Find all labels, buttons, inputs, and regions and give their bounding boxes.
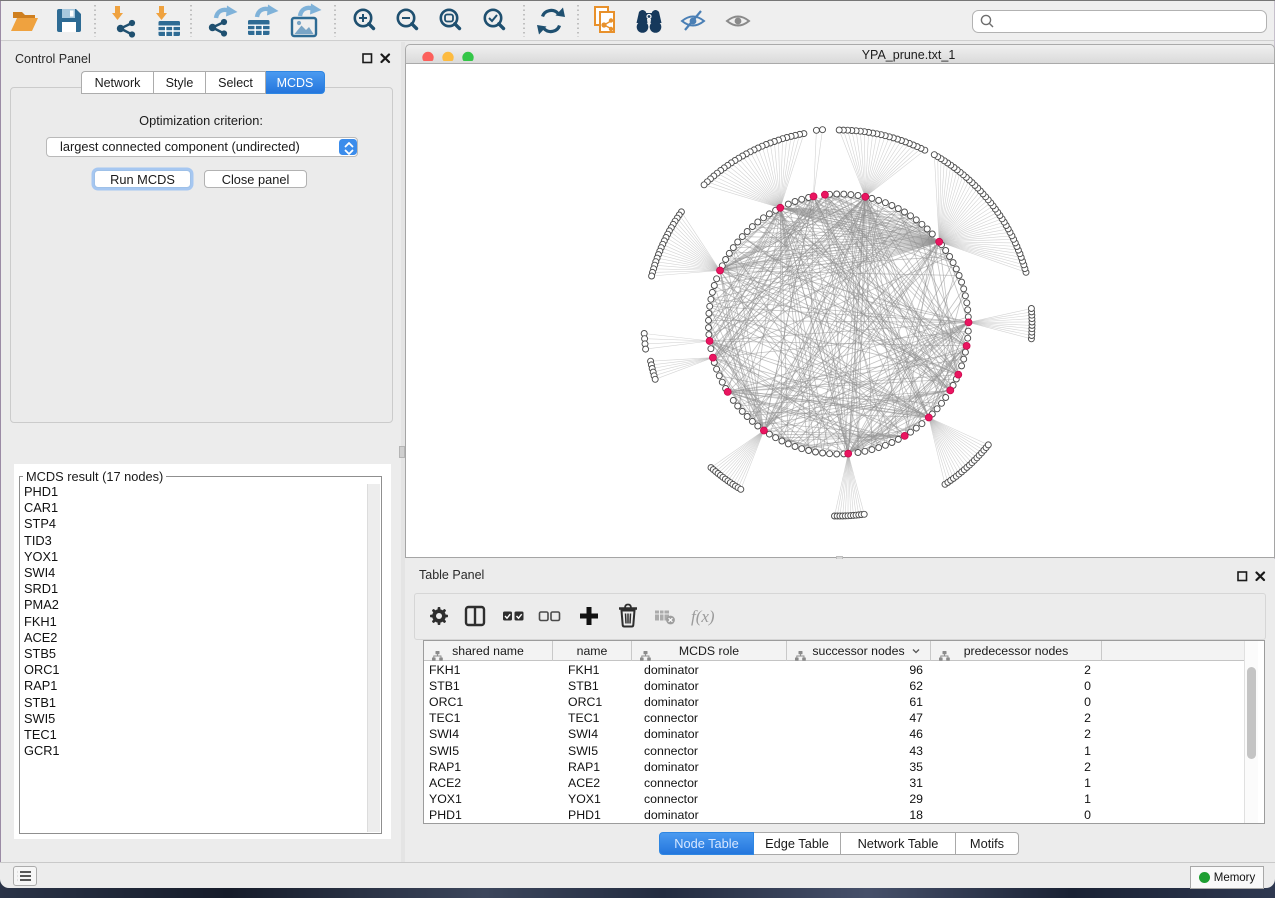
svg-text:f(x): f(x)	[691, 607, 715, 626]
